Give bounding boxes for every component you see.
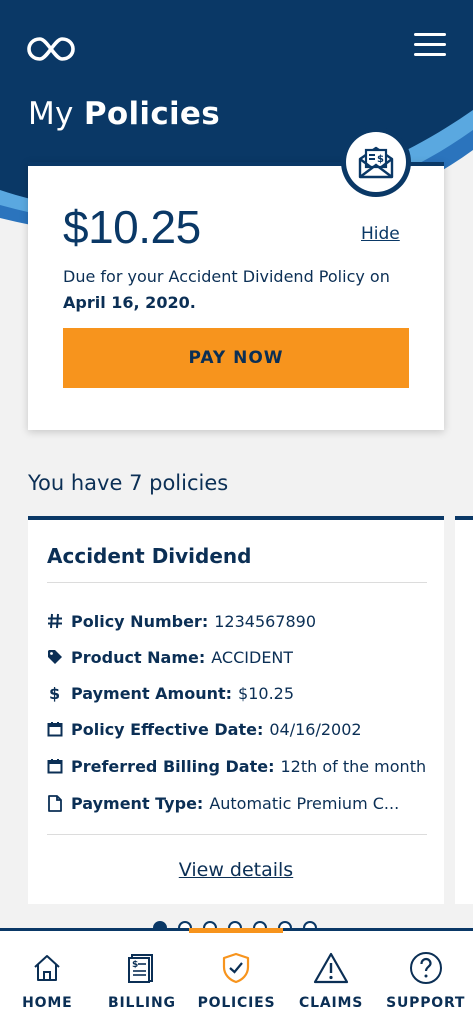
detail-row-payment-type: Payment Type: Automatic Premium C... <box>47 791 437 815</box>
hamburger-menu-icon[interactable] <box>414 33 446 61</box>
nav-label: HOME <box>22 995 73 1011</box>
envelope-bill-icon: $ <box>358 146 394 179</box>
warning-icon <box>313 950 349 986</box>
detail-row-policy-number: Policy Number: 1234567890 <box>47 609 437 633</box>
divider <box>47 834 427 835</box>
envelope-bill-badge: $ <box>341 127 411 197</box>
shield-check-icon <box>221 950 251 986</box>
detail-value: ACCIDENT <box>211 647 294 667</box>
divider <box>47 582 427 583</box>
tag-icon <box>47 648 63 666</box>
nav-policies[interactable]: POLICIES <box>189 931 284 1024</box>
detail-value: Automatic Premium C... <box>209 793 400 813</box>
document-icon <box>47 794 63 812</box>
nav-support[interactable]: SUPPORT <box>378 931 473 1024</box>
bill-icon: $ <box>127 950 157 986</box>
detail-label: Policy Number: <box>71 611 209 631</box>
nav-home[interactable]: HOME <box>0 931 95 1024</box>
infinity-logo-icon[interactable] <box>27 35 75 63</box>
due-description: Due for your Accident Dividend Policy on… <box>63 264 423 316</box>
nav-label: BILLING <box>108 995 176 1011</box>
policies-count: You have 7 policies <box>28 471 229 495</box>
bottom-nav: HOME $ BILLING POLICIES CLAIMS SUPPORT <box>0 928 473 1024</box>
home-icon <box>32 950 62 986</box>
page-title: My Policies <box>28 96 220 132</box>
detail-row-billing-date: Preferred Billing Date: 12th of the mont… <box>47 754 437 778</box>
question-icon <box>409 950 443 986</box>
detail-row-product-name: Product Name: ACCIDENT <box>47 645 437 669</box>
detail-row-effective-date: Policy Effective Date: 04/16/2002 <box>47 717 437 741</box>
due-prefix: Due for your Accident Dividend Policy on <box>63 267 390 286</box>
payment-due-card: $10.25 Hide Due for your Accident Divide… <box>28 162 444 430</box>
nav-label: POLICIES <box>197 995 276 1011</box>
calendar-icon <box>47 720 63 738</box>
next-policy-card-peek[interactable] <box>455 516 473 904</box>
svg-text:$: $ <box>377 154 384 165</box>
calendar-icon <box>47 757 63 775</box>
hide-link[interactable]: Hide <box>361 224 400 244</box>
detail-value: 1234567890 <box>214 611 317 631</box>
detail-row-payment-amount: $ Payment Amount: $10.25 <box>47 681 437 705</box>
detail-label: Payment Type: <box>71 793 204 813</box>
amount-due: $10.25 <box>63 201 201 253</box>
dollar-icon: $ <box>47 684 63 702</box>
page-title-bold: Policies <box>83 96 221 132</box>
detail-value: 12th of the month <box>280 756 427 776</box>
hash-icon <box>47 612 63 630</box>
nav-billing[interactable]: $ BILLING <box>95 931 190 1024</box>
policy-name: Accident Dividend <box>47 544 252 568</box>
nav-claims[interactable]: CLAIMS <box>284 931 379 1024</box>
detail-label: Preferred Billing Date: <box>71 756 275 776</box>
view-details-link[interactable]: View details <box>28 859 444 881</box>
nav-label: SUPPORT <box>386 995 466 1011</box>
policy-card[interactable]: Accident Dividend Policy Number: 1234567… <box>28 516 444 904</box>
detail-label: Product Name: <box>71 647 206 667</box>
page-title-light: My <box>28 96 74 132</box>
pay-now-button[interactable]: PAY NOW <box>63 328 409 388</box>
detail-value: $10.25 <box>238 683 295 703</box>
detail-label: Policy Effective Date: <box>71 719 264 739</box>
svg-text:$: $ <box>132 960 138 970</box>
svg-text:$: $ <box>49 684 60 702</box>
nav-label: CLAIMS <box>299 995 364 1011</box>
detail-value: 04/16/2002 <box>269 719 362 739</box>
due-date: April 16, 2020. <box>63 293 196 312</box>
detail-label: Payment Amount: <box>71 683 233 703</box>
